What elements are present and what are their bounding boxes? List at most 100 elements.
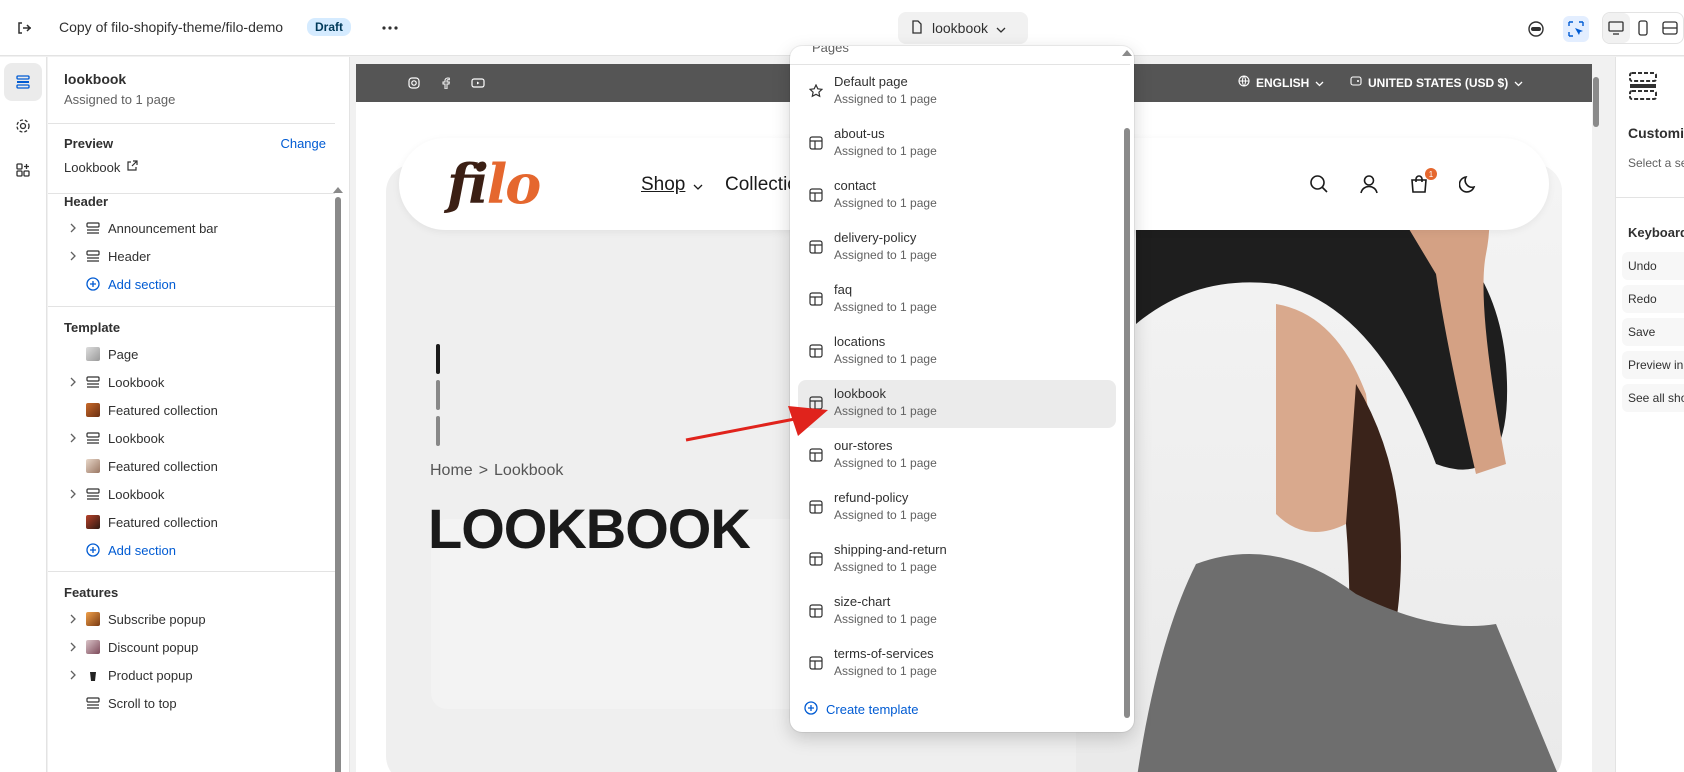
popup-thumb [86,612,100,626]
template-option-default-page[interactable]: Default page Assigned to 1 page [798,68,1116,116]
section-label: Lookbook [108,430,165,446]
template-name: faq [834,282,853,297]
preview-value-label: Lookbook [64,160,121,175]
section-announcement-bar[interactable]: Announcement bar [64,215,324,241]
nav-shop-label: Shop [641,174,686,195]
template-icon [808,551,824,567]
section-icon [84,247,102,265]
section-subscribe-popup[interactable]: Subscribe popup [64,606,324,632]
template-option-delivery-policy[interactable]: delivery-policy Assigned to 1 page [798,224,1116,272]
canvas-scrollbar[interactable] [1593,77,1599,127]
sections-icon[interactable] [4,63,42,101]
breadcrumb-home[interactable]: Home [430,462,473,480]
more-icon[interactable] [378,16,402,40]
change-link[interactable]: Change [280,136,326,151]
template-assigned: Assigned to 1 page [834,352,937,366]
apps-icon[interactable] [4,151,42,189]
popup-thumb [86,640,100,654]
create-template-label: Create template [826,702,919,717]
section-product-popup[interactable]: Product popup [64,662,324,688]
template-assigned: Assigned to 1 page [834,664,937,678]
section-scroll-to-top[interactable]: Scroll to top [64,690,324,716]
nav-shop[interactable]: Shop [641,174,703,196]
add-section-button[interactable]: Add section [64,271,324,297]
create-template-button[interactable]: Create template [804,701,919,718]
template-option-contact[interactable]: contact Assigned to 1 page [798,172,1116,220]
chevron-right-icon[interactable] [64,670,82,680]
chevron-right-icon[interactable] [64,642,82,652]
cart-icon[interactable]: 1 [1407,168,1437,196]
chevron-right-icon[interactable] [64,377,82,387]
instagram-icon[interactable] [406,75,422,91]
add-section-label: Add section [108,276,176,292]
chevron-right-icon[interactable] [64,489,82,499]
section-label: Featured collection [108,402,218,418]
template-option-lookbook[interactable]: lookbook Assigned to 1 page [798,380,1116,428]
sidebar-title: lookbook [64,71,127,87]
template-name: size-chart [834,594,891,609]
section-lookbook[interactable]: Lookbook [64,425,324,451]
section-label: Lookbook [108,486,165,502]
right-panel-title: Customiz [1628,125,1684,141]
template-option-refund-policy[interactable]: refund-policy Assigned to 1 page [798,484,1116,532]
chevron-right-icon[interactable] [64,433,82,443]
mobile-icon[interactable] [1630,13,1657,43]
dropdown-scrollbar[interactable] [1124,128,1130,718]
section-page[interactable]: Page [64,341,324,367]
section-label: Discount popup [108,639,199,655]
section-label: Product popup [108,667,193,683]
search-icon[interactable] [1307,172,1331,196]
template-option-shipping-and-return[interactable]: shipping-and-return Assigned to 1 page [798,536,1116,584]
chevron-right-icon[interactable] [64,614,82,624]
section-featured-collection[interactable]: Featured collection [64,397,324,423]
facebook-icon[interactable] [438,75,454,91]
slider-dot[interactable] [436,416,440,446]
template-option-size-chart[interactable]: size-chart Assigned to 1 page [798,588,1116,636]
section-featured-collection[interactable]: Featured collection [64,509,324,535]
section-icon [84,429,102,447]
section-lookbook[interactable]: Lookbook [64,481,324,507]
slider-dot[interactable] [436,380,440,410]
customize-icon [1628,71,1658,101]
template-option-our-stores[interactable]: our-stores Assigned to 1 page [798,432,1116,480]
preview-value[interactable]: Lookbook [64,160,138,175]
settings-icon[interactable] [4,107,42,145]
template-option-terms-of-services[interactable]: terms-of-services Assigned to 1 page [798,640,1116,688]
divider [1616,197,1684,198]
desktop-icon[interactable] [1603,13,1630,43]
exit-icon[interactable] [12,16,36,40]
sidebar-scrollbar[interactable] [335,197,341,772]
section-discount-popup[interactable]: Discount popup [64,634,324,660]
section-header[interactable]: Header [64,243,324,269]
scroll-up-arrow[interactable] [333,187,343,193]
inspector-icon[interactable] [1563,16,1589,42]
template-assigned: Assigned to 1 page [834,508,937,522]
template-option-about-us[interactable]: about-us Assigned to 1 page [798,120,1116,168]
store-logo[interactable]: filo [447,152,541,216]
section-icon [84,373,102,391]
dark-mode-icon[interactable] [1457,172,1481,196]
template-name: locations [834,334,886,349]
view-icon[interactable] [1523,16,1549,42]
add-section-button[interactable]: Add section [64,537,324,563]
account-icon[interactable] [1357,172,1381,196]
section-featured-collection[interactable]: Featured collection [64,453,324,479]
chevron-right-icon[interactable] [64,251,82,261]
language-selector[interactable]: ENGLISH [1238,75,1324,90]
youtube-icon[interactable] [470,75,486,91]
chevron-right-icon[interactable] [64,223,82,233]
template-option-faq[interactable]: faq Assigned to 1 page [798,276,1116,324]
slider-dot[interactable] [436,344,440,374]
section-lookbook[interactable]: Lookbook [64,369,324,395]
chevron-down-icon [1315,76,1324,90]
template-option-locations[interactable]: locations Assigned to 1 page [798,328,1116,376]
plus-circle-icon [84,275,102,293]
see-all-shortcuts-link[interactable]: See all sho [1622,384,1684,412]
scroll-up-arrow[interactable] [1122,50,1132,56]
template-icon [808,603,824,619]
divider [48,123,335,124]
keyboard-heading: Keyboard [1628,225,1684,240]
template-selector[interactable]: lookbook [898,12,1028,44]
currency-selector[interactable]: UNITED STATES (USD $) [1350,75,1523,90]
fullwidth-icon[interactable] [1656,13,1683,43]
